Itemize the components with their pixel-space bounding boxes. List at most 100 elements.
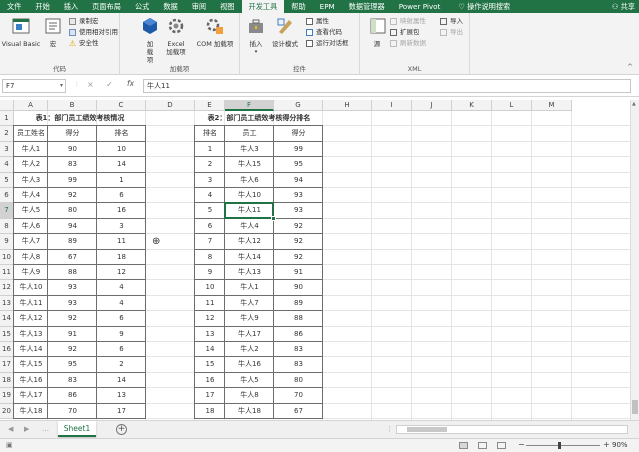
row-header-14[interactable]: 14	[0, 311, 14, 327]
table2-cell[interactable]: 17	[195, 388, 225, 403]
table2-cell[interactable]: 89	[274, 296, 323, 311]
row-header-11[interactable]: 11	[0, 265, 14, 281]
table2-cell[interactable]: 牛人17	[225, 327, 274, 342]
table1-cell[interactable]: 70	[48, 404, 97, 419]
table2-cell[interactable]: 10	[195, 280, 225, 295]
table2-cell[interactable]: 牛人15	[225, 157, 274, 172]
table2-cell[interactable]: 16	[195, 373, 225, 388]
table2-cell[interactable]: 7	[195, 234, 225, 249]
table1-cell[interactable]: 93	[48, 280, 97, 295]
table2-cell[interactable]: 6	[195, 219, 225, 234]
table2-cell[interactable]: 83	[274, 357, 323, 372]
table1-cell[interactable]: 牛人7	[14, 234, 48, 249]
menu-tab-4[interactable]: 公式	[128, 0, 156, 13]
add-sheet-icon[interactable]: +	[116, 424, 127, 435]
menu-tab-0[interactable]: 文件	[0, 0, 28, 13]
menu-tab-12[interactable]: Power Pivot	[392, 0, 448, 13]
table2-cell[interactable]: 5	[195, 203, 225, 218]
worksheet-grid[interactable]: A B C D E F G H I J K L M 1 2 3 4 5 6 7 8 9 10 11 12 13 14 15 16 17 18…	[0, 100, 630, 420]
menu-tab-6[interactable]: 审阅	[185, 0, 213, 13]
row-header-7[interactable]: 7	[0, 203, 14, 219]
table2-cell[interactable]: 90	[274, 280, 323, 295]
table2-cell[interactable]: 93	[274, 188, 323, 203]
page-break-view-icon[interactable]	[497, 442, 506, 449]
table1-cell[interactable]: 牛人14	[14, 342, 48, 357]
table2-cell[interactable]: 牛人16	[225, 357, 274, 372]
table1-cell[interactable]: 93	[48, 296, 97, 311]
share-button[interactable]: ⚇ 共享	[612, 0, 635, 13]
table1-cell[interactable]: 88	[48, 265, 97, 280]
table1-cell[interactable]: 13	[97, 388, 146, 403]
table2-cell[interactable]: 95	[274, 157, 323, 172]
column-header-f[interactable]: F	[225, 100, 274, 111]
row-header-16[interactable]: 16	[0, 342, 14, 358]
table1-cell[interactable]: 牛人1	[14, 142, 48, 157]
column-header-c[interactable]: C	[97, 100, 146, 111]
table2-cell[interactable]: 11	[195, 296, 225, 311]
table2-cell[interactable]: 91	[274, 265, 323, 280]
table1-cell[interactable]: 12	[97, 265, 146, 280]
table1-cell[interactable]: 牛人17	[14, 388, 48, 403]
zoom-level[interactable]: 90%	[612, 441, 628, 449]
table2-cell[interactable]: 3	[195, 173, 225, 188]
table1-cell[interactable]: 92	[48, 188, 97, 203]
formula-input[interactable]: 牛人11	[143, 79, 631, 93]
table2-header-cell[interactable]: 排名	[195, 126, 225, 141]
menu-tab-8[interactable]: 开发工具	[241, 0, 285, 13]
row-header-3[interactable]: 3	[0, 141, 14, 158]
row-header-5[interactable]: 5	[0, 172, 14, 188]
normal-view-icon[interactable]	[459, 442, 468, 449]
menu-tab-10[interactable]: EPM	[313, 0, 342, 13]
collapse-ribbon-icon[interactable]: ^	[627, 63, 633, 71]
column-header-h[interactable]: H	[323, 100, 372, 111]
record-macro-button[interactable]: 录制宏	[69, 17, 99, 26]
zoom-slider[interactable]	[526, 445, 600, 446]
table1-cell[interactable]: 80	[48, 203, 97, 218]
table2-cell[interactable]: 93	[274, 203, 323, 218]
row-header-2[interactable]: 2	[0, 126, 14, 142]
table2-cell[interactable]: 80	[274, 373, 323, 388]
table2-cell[interactable]: 牛人8	[225, 388, 274, 403]
table1-header-cell[interactable]: 得分	[48, 126, 97, 141]
xml-source-button[interactable]: 源	[368, 16, 386, 48]
xml-export-button[interactable]: 导出	[440, 28, 463, 37]
name-box[interactable]: F7 ▾	[2, 79, 66, 93]
table1-cell[interactable]: 牛人6	[14, 219, 48, 234]
menu-tab-2[interactable]: 插入	[57, 0, 85, 13]
row-header-6[interactable]: 6	[0, 188, 14, 204]
table2-cell[interactable]: 4	[195, 188, 225, 203]
table1-cell[interactable]: 83	[48, 373, 97, 388]
column-header-j[interactable]: J	[412, 100, 452, 111]
table2-cell[interactable]: 99	[274, 142, 323, 157]
tab-split-handle-icon[interactable]: ⋮	[386, 425, 393, 433]
table1-cell[interactable]: 67	[48, 250, 97, 265]
table2-cell[interactable]: 牛人4	[225, 219, 274, 234]
table2-header-cell[interactable]: 得分	[274, 126, 323, 141]
table1-cell[interactable]: 6	[97, 311, 146, 326]
row-header-15[interactable]: 15	[0, 326, 14, 342]
column-header-d[interactable]: D	[146, 100, 195, 111]
table1-cell[interactable]: 83	[48, 157, 97, 172]
table1-cell[interactable]: 牛人8	[14, 250, 48, 265]
table1-cell[interactable]: 2	[97, 357, 146, 372]
table1-cell[interactable]: 牛人12	[14, 311, 48, 326]
column-header-e[interactable]: E	[195, 100, 225, 111]
row-header-18[interactable]: 18	[0, 372, 14, 389]
table1-cell[interactable]: 6	[97, 342, 146, 357]
row-header-9[interactable]: 9	[0, 234, 14, 250]
table2-cell[interactable]: 13	[195, 327, 225, 342]
relative-reference-button[interactable]: 使用相对引用	[69, 28, 118, 37]
table1-cell[interactable]: 牛人18	[14, 404, 48, 419]
xml-import-button[interactable]: 导入	[440, 17, 463, 26]
table2-cell[interactable]: 牛人18	[225, 404, 274, 419]
table2-cell[interactable]: 1	[195, 142, 225, 157]
table1-cell[interactable]: 17	[97, 404, 146, 419]
table1-cell[interactable]: 牛人3	[14, 173, 48, 188]
table1-cell[interactable]: 18	[97, 250, 146, 265]
table2-cell[interactable]: 牛人13	[225, 265, 274, 280]
table1-cell[interactable]: 4	[97, 280, 146, 295]
sheet-prev-icon[interactable]: ◀	[8, 425, 13, 433]
column-header-b[interactable]: B	[48, 100, 97, 111]
menu-tab-11[interactable]: 数据管理器	[342, 0, 392, 13]
column-header-i[interactable]: I	[372, 100, 412, 111]
